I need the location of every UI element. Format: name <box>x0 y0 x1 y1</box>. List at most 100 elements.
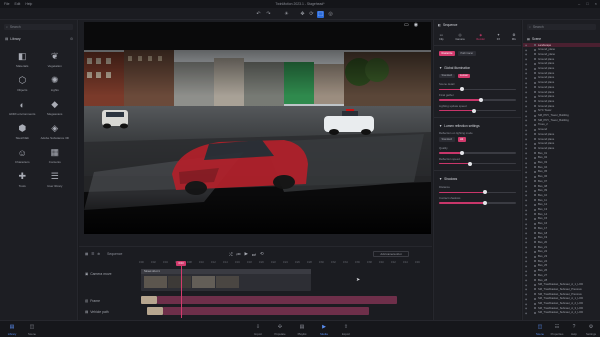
close-icon[interactable]: × <box>595 1 597 6</box>
scene-row[interactable]: ◉ Bus_06 <box>523 175 600 179</box>
visibility-icon[interactable]: ◉ <box>525 71 528 75</box>
property-slider[interactable] <box>439 108 516 113</box>
visibility-icon[interactable]: ◉ <box>525 250 528 254</box>
visibility-icon[interactable]: ◉ <box>525 142 528 146</box>
zoom-icon[interactable]: ⊕ <box>97 252 100 256</box>
list-icon[interactable]: ☰ <box>91 252 94 256</box>
slider-knob[interactable] <box>471 108 476 113</box>
visibility-icon[interactable]: ◉ <box>525 48 528 52</box>
scene-row[interactable]: ◉ SM_Trashbasket_Subnaut_A_1_LOD <box>523 283 600 287</box>
library-item-user-library[interactable]: ☰ User library <box>39 171 72 188</box>
bottom-nav-import[interactable]: ⇩ Import <box>248 324 268 336</box>
visibility-icon[interactable]: ◉ <box>525 99 528 103</box>
scene-row[interactable]: ◉ Ground plane <box>523 57 600 62</box>
bottom-nav-scene[interactable]: ◫ Scene <box>22 324 42 336</box>
scene-row[interactable]: ◉ Bus_09 <box>523 189 600 193</box>
library-search-input[interactable]: ⌕ Search <box>4 24 73 30</box>
scene-row[interactable]: ◉ Ground_plane <box>523 48 600 52</box>
scene-row[interactable]: ◉ Landscape <box>523 43 600 48</box>
slider-knob[interactable] <box>483 190 488 195</box>
scene-row[interactable]: ◉ SM_Trashbasket_Subnaut_A_4_LOD <box>523 311 600 315</box>
add-camera-shot-button[interactable]: Add camera shot <box>373 251 409 257</box>
scene-row[interactable]: ◉ SM_PNY_Tower_Building <box>523 118 600 123</box>
visibility-icon[interactable]: ◉ <box>525 114 528 118</box>
scene-row[interactable]: ◉ Ground plane <box>523 146 600 151</box>
library-item-vegetation[interactable]: ❦ Vegetation <box>39 51 72 68</box>
scene-row[interactable]: ◉ Ground_plane <box>523 52 600 57</box>
visibility-icon[interactable]: ◉ <box>525 123 528 127</box>
tab-mix[interactable]: ⚙ Mix <box>512 33 516 41</box>
sun-icon[interactable]: ☀ <box>283 11 290 18</box>
property-slider[interactable] <box>439 161 516 166</box>
visibility-icon[interactable]: ◉ <box>525 283 528 287</box>
scene-row[interactable]: ◉ Bus_26 <box>523 269 600 273</box>
render-viewport[interactable] <box>84 22 431 234</box>
scene-row[interactable]: ◉ Bus_17 <box>523 226 600 231</box>
visibility-icon[interactable]: ◉ <box>525 52 528 56</box>
visibility-icon[interactable]: ◉ <box>525 175 528 179</box>
loop-icon[interactable]: ⟲ <box>260 251 264 257</box>
prev-frame-icon[interactable]: ⏮ <box>237 252 241 257</box>
vehicle-thumb[interactable] <box>147 307 163 315</box>
visibility-icon[interactable]: ◉ <box>525 217 528 221</box>
frame-clip[interactable] <box>157 296 397 304</box>
tab-clip[interactable]: ▭ Clip <box>439 33 443 41</box>
gi-standard-button[interactable]: Standard <box>439 73 455 79</box>
visibility-icon[interactable]: ◉ <box>525 203 528 207</box>
visibility-icon[interactable]: ◉ <box>525 236 528 240</box>
scene-row[interactable]: ◉ SM_Trashbasket_Subnaut_A_3_LOD <box>523 306 600 311</box>
visibility-icon[interactable]: ◉ <box>525 259 528 263</box>
visibility-icon[interactable]: ◉ <box>525 132 528 136</box>
visibility-icon[interactable]: ◉ <box>525 269 528 273</box>
reflection-standard-button[interactable]: Standard <box>439 137 455 142</box>
visibility-icon[interactable]: ◉ <box>525 137 528 141</box>
property-slider[interactable] <box>439 97 516 102</box>
visibility-icon[interactable]: ◉ <box>525 57 528 61</box>
move-icon[interactable]: ✥ <box>299 11 306 18</box>
visibility-icon[interactable]: ◉ <box>525 231 528 235</box>
visibility-icon[interactable]: ◉ <box>525 189 528 193</box>
shuffle-icon[interactable]: ⤮ <box>229 252 233 257</box>
slider-knob[interactable] <box>460 87 465 92</box>
scene-row[interactable]: ◉ Ground plane <box>523 132 600 137</box>
library-item-megascans[interactable]: ◆ Megascans <box>39 99 72 116</box>
visibility-icon[interactable]: ◉ <box>525 212 528 216</box>
visibility-icon[interactable]: ◉ <box>525 146 528 150</box>
visibility-icon[interactable]: ◉ <box>525 240 528 244</box>
rotate-icon[interactable]: ⟳ <box>308 11 315 18</box>
property-slider[interactable] <box>439 190 516 195</box>
property-slider[interactable] <box>439 150 516 155</box>
grid-icon[interactable]: ▦ <box>85 252 88 256</box>
settings-icon[interactable]: ⚙ <box>70 37 73 41</box>
path-tracer-button[interactable]: Path tracer <box>457 51 476 56</box>
rasterize-button[interactable]: Rasterize <box>439 51 455 56</box>
eye-icon[interactable]: ◉ <box>414 22 418 28</box>
scene-row[interactable]: ◉ Ground plane <box>523 90 600 95</box>
library-item-objects[interactable]: ⬡ Objects <box>6 75 39 92</box>
scene-row[interactable]: ◉ Ground plane <box>523 142 600 146</box>
scene-row[interactable]: ◉ SM_Trashbasket_Subnaut_A_2_LOD <box>523 302 600 306</box>
visibility-icon[interactable]: ◉ <box>525 193 528 197</box>
camera-icon[interactable]: ◎ <box>327 11 334 18</box>
bottom-nav-settings[interactable]: ⚙ Settings <box>581 324 600 336</box>
visibility-icon[interactable]: ◉ <box>525 278 528 282</box>
scene-row[interactable]: ◉ SM_PNY_Tower_Building <box>523 114 600 118</box>
library-item-adobe-substance-3d[interactable]: ◈ Adobe Substance 3D <box>39 123 72 140</box>
visibility-icon[interactable]: ◉ <box>525 302 528 306</box>
scene-row[interactable]: ◉ Ground plane <box>523 99 600 104</box>
visibility-icon[interactable]: ◉ <box>525 161 528 165</box>
visibility-icon[interactable]: ◉ <box>525 128 528 132</box>
scene-row[interactable]: ◉ Bus_01 <box>523 151 600 156</box>
visibility-icon[interactable]: ◉ <box>525 118 528 122</box>
tab-fx[interactable]: ✦ FX <box>497 33 500 41</box>
frame-thumb[interactable] <box>141 296 157 304</box>
next-frame-icon[interactable]: ⏭ <box>252 252 256 257</box>
scene-row[interactable]: ◉ Ground plane <box>523 62 600 66</box>
scene-row[interactable]: ◉ Trees_2 <box>523 123 600 127</box>
scene-row[interactable]: ◉ Bus_21 <box>523 245 600 250</box>
scene-row[interactable]: ◉ Bus_04 <box>523 165 600 170</box>
scene-row[interactable]: ◉ SM_Trashbasket_Subnaut_A_1_LOD <box>523 297 600 301</box>
scene-row[interactable]: ◉ Ground <box>523 128 600 132</box>
visibility-icon[interactable]: ◉ <box>525 90 528 94</box>
visibility-icon[interactable]: ◉ <box>525 226 528 230</box>
